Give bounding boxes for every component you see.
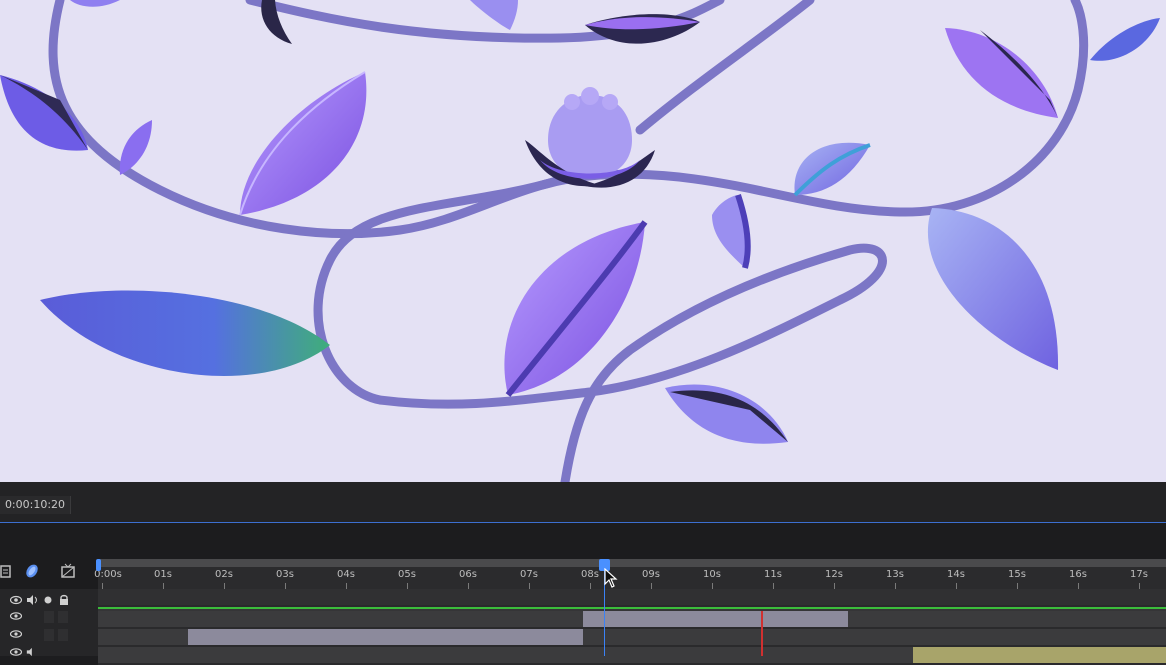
track-row[interactable] — [98, 611, 1166, 629]
layer-tracks — [98, 589, 1166, 665]
motion-blur-icon[interactable] — [24, 563, 40, 579]
ruler-label: 13s — [886, 569, 904, 580]
ruler-label: 02s — [215, 569, 233, 580]
eye-icon[interactable] — [10, 595, 22, 605]
lock-switch[interactable] — [58, 611, 68, 623]
time-ruler[interactable]: 0:00s 01s 02s 03s 04s 05s 06s 07s 08s 09… — [94, 559, 1166, 589]
ruler-label: 03s — [276, 569, 294, 580]
ruler-label: 07s — [520, 569, 538, 580]
comp-track — [98, 589, 1166, 607]
layer-switches-panel — [0, 589, 98, 657]
layer-duration-bar[interactable] — [188, 629, 583, 645]
frame-blending-icon[interactable] — [60, 563, 76, 579]
eye-icon[interactable] — [10, 630, 22, 638]
solo-switch[interactable] — [44, 629, 54, 641]
layer-row[interactable] — [0, 645, 98, 661]
eye-icon[interactable] — [10, 648, 22, 656]
speaker-icon[interactable] — [26, 594, 38, 606]
vine-illustration — [0, 0, 1166, 482]
ruler-label: 06s — [459, 569, 477, 580]
time-marker — [761, 611, 763, 656]
solo-dot-icon[interactable] — [44, 596, 52, 604]
timecode-bar: 0:00:10:20 — [0, 482, 1166, 523]
solo-switch[interactable] — [44, 611, 54, 623]
lock-switch[interactable] — [58, 629, 68, 641]
lock-icon[interactable] — [58, 594, 70, 606]
ruler-label: 08s — [581, 569, 599, 580]
ruler-label: 01s — [154, 569, 172, 580]
timeline-panel: 0:00s 01s 02s 03s 04s 05s 06s 07s 08s 09… — [0, 523, 1166, 665]
ruler-label: 15s — [1008, 569, 1026, 580]
ruler-label: 11s — [764, 569, 782, 580]
layer-duration-bar[interactable] — [583, 611, 848, 627]
layer-row[interactable] — [0, 627, 98, 643]
ruler-label: 09s — [642, 569, 660, 580]
ruler-label: 16s — [1069, 569, 1087, 580]
track-row[interactable] — [98, 629, 1166, 647]
layer-switch-headers — [0, 594, 98, 608]
composition-preview[interactable] — [0, 0, 1166, 482]
layer-duration-bar[interactable] — [913, 647, 1166, 663]
ruler-label: 12s — [825, 569, 843, 580]
work-area-start-handle[interactable] — [96, 559, 101, 571]
current-time-display[interactable]: 0:00:10:20 — [0, 496, 71, 514]
layer-row[interactable] — [0, 609, 98, 625]
ruler-label: 04s — [337, 569, 355, 580]
eye-icon[interactable] — [10, 612, 22, 620]
track-row[interactable] — [98, 647, 1166, 665]
work-area-bar[interactable] — [98, 559, 1166, 567]
mouse-cursor-icon — [604, 568, 618, 588]
flowchart-icon[interactable] — [0, 563, 16, 579]
render-range-line — [98, 607, 1166, 609]
ruler-label: 17s — [1130, 569, 1148, 580]
ruler-label: 05s — [398, 569, 416, 580]
ruler-label: 10s — [703, 569, 721, 580]
ruler-label: 14s — [947, 569, 965, 580]
